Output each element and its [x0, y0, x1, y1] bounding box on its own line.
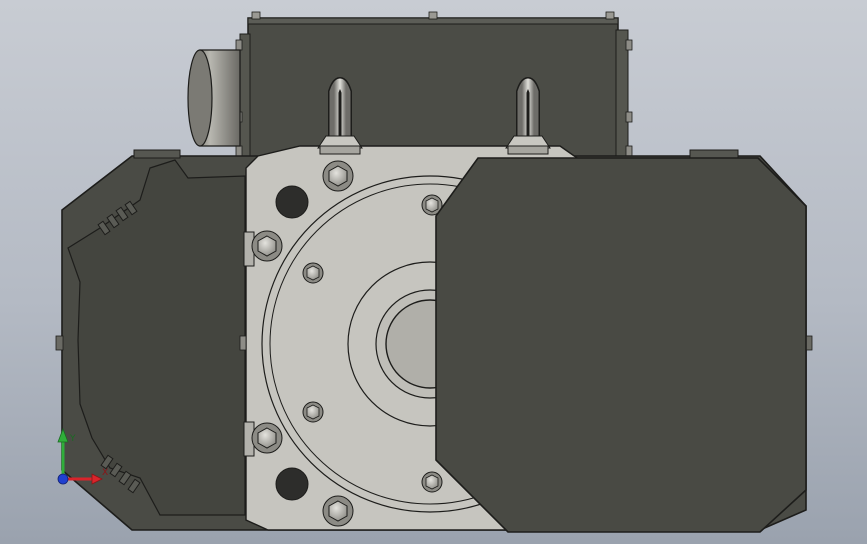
hex-bolt-icon [251, 422, 283, 454]
mounting-hole [275, 185, 309, 219]
hex-bolt-icon [251, 230, 283, 262]
x-axis-label: X [102, 468, 108, 478]
hex-nut-icon [302, 401, 324, 423]
cad-viewport[interactable]: Y X [0, 0, 867, 544]
coordinate-triad-icon[interactable]: Y X [52, 425, 112, 487]
hex-bolt-icon [322, 160, 354, 192]
terminal-box[interactable] [235, 11, 633, 159]
cable-connector[interactable] [187, 49, 241, 147]
hex-bolt-icon [322, 495, 354, 527]
y-axis-label: Y [69, 434, 76, 444]
hex-nut-icon [421, 471, 443, 493]
hex-nut-icon [302, 262, 324, 284]
cover-plate[interactable] [435, 157, 807, 533]
motor-model[interactable] [0, 0, 867, 544]
mounting-hole [275, 467, 309, 501]
